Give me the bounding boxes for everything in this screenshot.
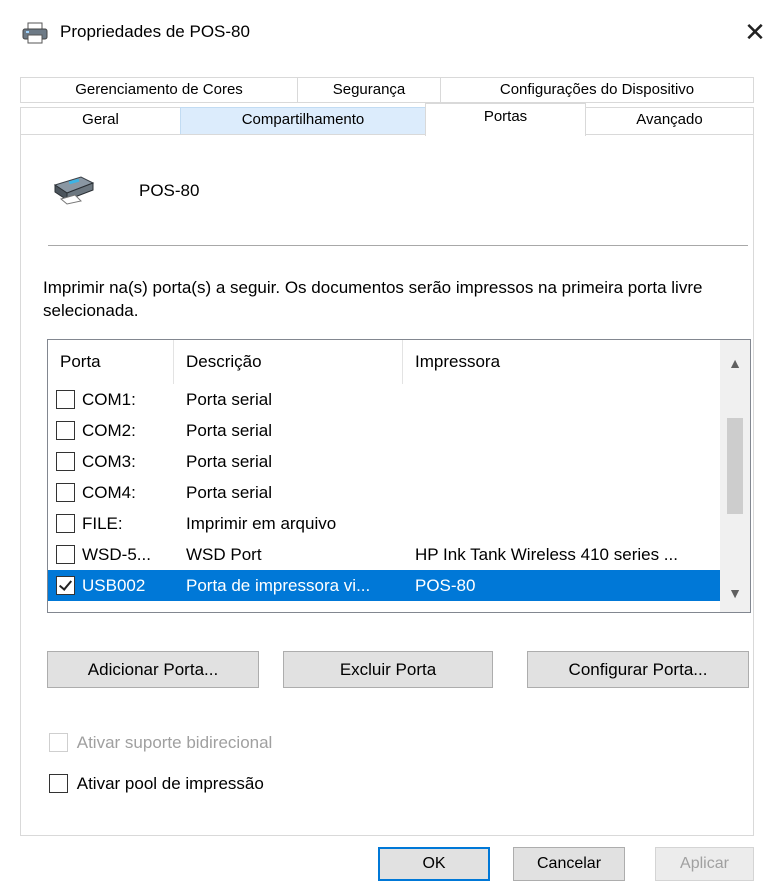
column-header-printer[interactable]: Impressora	[403, 340, 720, 384]
ports-panel: POS-80 Imprimir na(s) porta(s) a seguir.…	[20, 134, 754, 836]
port-checkbox[interactable]	[56, 452, 75, 471]
column-header-description[interactable]: Descrição	[174, 340, 403, 384]
tab-device-settings[interactable]: Configurações do Dispositivo	[440, 77, 754, 103]
window-title: Propriedades de POS-80	[60, 22, 250, 41]
description-cell: Porta serial	[186, 421, 272, 440]
port-cell: COM3:	[82, 452, 136, 471]
tab-color-management[interactable]: Gerenciamento de Cores	[20, 77, 298, 103]
add-port-button[interactable]: Adicionar Porta...	[47, 651, 259, 688]
description-cell: Porta serial	[186, 390, 272, 409]
configure-port-button[interactable]: Configurar Porta...	[527, 651, 749, 688]
ok-button[interactable]: OK	[378, 847, 490, 881]
port-cell: FILE:	[82, 514, 123, 533]
close-icon[interactable]: ✕	[740, 17, 770, 49]
description-cell: Imprimir em arquivo	[186, 514, 337, 533]
vertical-scrollbar[interactable]: ▲ ▼	[720, 340, 750, 612]
table-row[interactable]: COM4: Porta serial	[48, 477, 720, 508]
pooling-checkbox[interactable]	[49, 774, 68, 794]
printer-cell: POS-80	[415, 576, 476, 595]
tab-security[interactable]: Segurança	[297, 77, 441, 103]
table-row[interactable]: USB002 Porta de impressora vi... POS-80	[48, 570, 720, 601]
printer-name: POS-80	[139, 181, 200, 200]
ports-list[interactable]: Porta Descrição Impressora COM1: Porta se…	[47, 339, 751, 613]
instructions-text: Imprimir na(s) porta(s) a seguir. Os doc…	[43, 278, 703, 320]
list-header: Porta Descrição Impressora	[48, 340, 720, 384]
table-row[interactable]: COM1: Porta serial	[48, 384, 720, 415]
description-cell: Porta serial	[186, 452, 272, 471]
title-bar: Propriedades de POS-80 ✕	[0, 0, 774, 66]
port-checkbox[interactable]	[56, 514, 75, 533]
description-cell: Porta serial	[186, 483, 272, 502]
cancel-button[interactable]: Cancelar	[513, 847, 625, 881]
tab-general[interactable]: Geral	[20, 107, 181, 135]
port-cell: WSD-5...	[82, 545, 151, 564]
port-cell: COM1:	[82, 390, 136, 409]
description-cell: WSD Port	[186, 545, 262, 564]
column-header-port[interactable]: Porta	[48, 340, 174, 384]
port-checkbox[interactable]	[56, 545, 75, 564]
bidirectional-label: Ativar suporte bidirecional	[76, 732, 273, 752]
table-row[interactable]: FILE: Imprimir em arquivo	[48, 508, 720, 539]
scroll-thumb[interactable]	[727, 418, 743, 514]
table-row[interactable]: WSD-5... WSD Port HP Ink Tank Wireless 410…	[48, 539, 720, 570]
pooling-label[interactable]: Ativar pool de impressão	[77, 774, 264, 793]
port-checkbox[interactable]	[56, 421, 75, 440]
port-cell: USB002	[82, 576, 146, 595]
apply-button: Aplicar	[655, 847, 754, 881]
scroll-down-icon[interactable]: ▼	[720, 578, 750, 608]
delete-port-button[interactable]: Excluir Porta	[283, 651, 493, 688]
printer-cell: HP Ink Tank Wireless 410 series ...	[415, 545, 678, 564]
port-cell: COM4:	[82, 483, 136, 502]
tab-sharing[interactable]: Compartilhamento	[180, 107, 426, 135]
pooling-option[interactable]: Ativar pool de impressão	[49, 773, 264, 794]
printer-device-icon	[53, 176, 95, 205]
table-row[interactable]: COM2: Porta serial	[48, 415, 720, 446]
printer-icon	[22, 22, 48, 44]
tab-ports[interactable]: Portas	[425, 103, 586, 136]
port-cell: COM2:	[82, 421, 136, 440]
bidirectional-checkbox	[49, 733, 68, 753]
separator	[48, 245, 748, 246]
port-checkbox[interactable]	[56, 483, 75, 502]
table-row[interactable]: COM3: Porta serial	[48, 446, 720, 477]
bidirectional-option: Ativar suporte bidirecional	[49, 732, 272, 753]
scroll-up-icon[interactable]: ▲	[720, 348, 750, 378]
tab-advanced[interactable]: Avançado	[585, 107, 754, 135]
port-checkbox[interactable]	[56, 576, 75, 595]
port-checkbox[interactable]	[56, 390, 75, 409]
description-cell: Porta de impressora vi...	[186, 576, 371, 595]
